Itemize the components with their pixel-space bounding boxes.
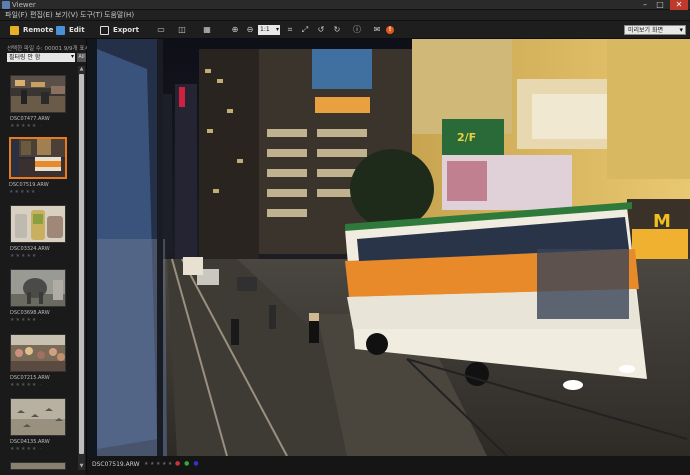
shop-sign: 2/F [457,131,476,144]
thumbnail-filename: DSC03698.ARW [10,310,50,316]
toolbar: Remote Edit Export ▭ ◫ ▦ ⊕ ⊖ 1:1 ⌗ ⤢ ↺ ↻… [0,21,690,39]
color-label-red[interactable]: ● [175,460,181,467]
image-viewer[interactable]: 2/F M [87,39,690,456]
single-view-icon[interactable]: ▭ [156,25,166,35]
info-icon[interactable]: ⓘ [352,25,362,35]
thumbnail-rating: ★★★★★ · [10,317,43,323]
thumbnail-image[interactable] [10,462,66,470]
edit-label: Edit [69,26,85,34]
main-photo: 2/F M [87,39,690,456]
color-label-green[interactable]: ● [184,460,190,467]
thumbnail-item[interactable]: DSC04135.ARW ★★★★★ · [10,398,68,452]
mcdonalds-sign: M [653,211,671,232]
thumbnail-image[interactable] [10,269,66,307]
thumbnail-rating: ★★★★★ · [10,123,43,129]
thumbnail-image[interactable] [10,398,66,436]
fullscreen-icon[interactable]: ⤢ [300,25,310,35]
menu-edit[interactable]: 편집(E) [30,10,53,21]
rotate-right-icon[interactable]: ↻ [332,25,342,35]
thumbnail-filename: DSC03324.ARW [10,246,50,252]
thumbnail-image[interactable] [10,75,66,113]
export-icon [100,25,109,35]
thumbnail-item[interactable]: DSC07215.ARW ★★★★★ · [10,334,68,388]
menu-tools[interactable]: 도구(T) [80,10,103,21]
thumbnail-rating: ★★★★★ · [10,382,43,388]
thumbnail-item[interactable]: DSC07477.ARW ★★★★★ · [10,75,68,129]
close-button[interactable]: ✕ [670,0,688,10]
thumbnail-rating: ★★★★★ · [10,253,43,259]
window-title: Viewer [12,1,36,9]
thumbnail-item[interactable] [10,462,68,470]
thumbnail-item[interactable]: DSC07519.ARW ★★★★★ · [9,137,67,195]
selection-info: 선택한 파일 수: 00001 9/9개 표시 [7,46,90,52]
remote-label: Remote [23,26,54,34]
zoom-in-icon[interactable]: ⊕ [230,25,240,35]
fit-icon[interactable]: ⌗ [285,25,295,35]
edit-icon [56,25,65,35]
view-mode-select[interactable]: 미리보기 화면 [624,25,686,35]
remote-icon [10,25,19,35]
thumbnail-filename: DSC07477.ARW [10,116,50,122]
thumbnail-filename: DSC04135.ARW [10,439,50,445]
edit-button[interactable]: Edit [56,24,85,36]
compare-view-icon[interactable]: ◫ [177,25,187,35]
menu-file[interactable]: 파일(F) [5,10,27,21]
thumbnail-image[interactable] [10,334,66,372]
thumbnail-image[interactable] [9,137,67,179]
thumbnail-item[interactable]: DSC03698.ARW ★★★★★ · [10,269,68,323]
status-filename: DSC07519.ARW [92,461,140,468]
app-icon [2,1,10,9]
export-button[interactable]: Export [100,24,139,36]
thumbnail-item[interactable]: DSC03324.ARW ★★★★★ · [10,205,68,259]
scrollbar-thumb[interactable] [79,74,84,454]
color-label-blue[interactable]: ● [193,460,199,467]
maximize-button[interactable]: □ [653,0,667,10]
color-labels[interactable]: ● ● ● [175,460,200,467]
thumbnail-image[interactable] [10,205,66,243]
thumbnail-filename: DSC07519.ARW [9,182,49,188]
zoom-select[interactable]: 1:1 [258,25,280,35]
remote-button[interactable]: Remote [10,24,53,36]
thumbnail-scrollbar[interactable]: ▲ ▼ [78,66,85,470]
thumbnail-filename: DSC07215.ARW [10,375,50,381]
menu-view[interactable]: 보기(V) [55,10,78,21]
all-button[interactable]: All [77,53,86,62]
menu-help[interactable]: 도움말(H) [104,10,134,21]
status-rating[interactable]: ★★★★★ [144,461,174,467]
menu-bar: 파일(F) 편집(E) 보기(V) 도구(T) 도움말(H) [0,10,690,21]
thumbnail-rating: ★★★★★ · [10,446,43,452]
scroll-down-icon[interactable]: ▼ [78,463,85,470]
export-label: Export [113,26,139,34]
status-bar: DSC07519.ARW ★★★★★ ● ● ● [87,456,690,475]
minimize-button[interactable]: – [638,0,652,10]
thumbnail-rating: ★★★★★ · [9,189,42,195]
notification-badge[interactable]: ! [386,26,394,34]
thumbnail-panel: 선택한 파일 수: 00001 9/9개 표시 필터링 안 함 All DSC0… [0,39,90,475]
mail-icon[interactable]: ✉ [372,25,382,35]
rotate-left-icon[interactable]: ↺ [316,25,326,35]
title-bar: Viewer – □ ✕ [0,0,690,10]
grid-view-icon[interactable]: ▦ [202,25,212,35]
scroll-up-icon[interactable]: ▲ [78,66,85,73]
filter-select[interactable]: 필터링 안 함 [7,52,75,62]
zoom-out-icon[interactable]: ⊖ [245,25,255,35]
